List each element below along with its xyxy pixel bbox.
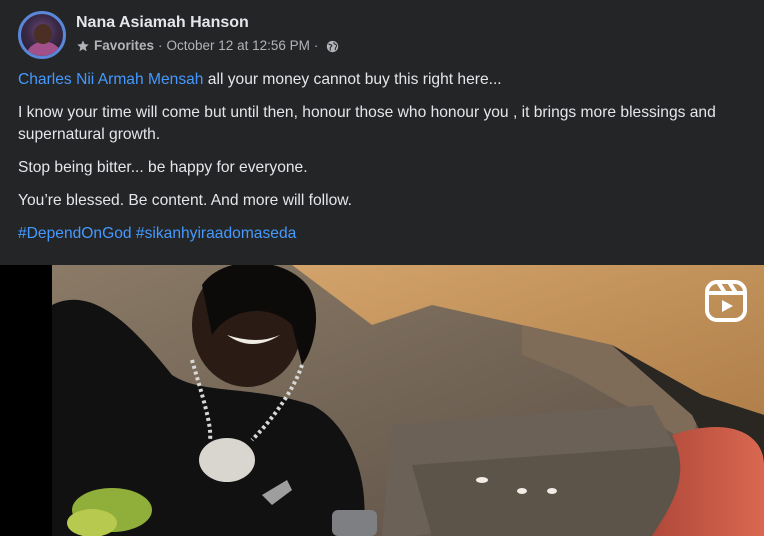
post-media <box>0 265 764 536</box>
reel-video[interactable] <box>52 265 764 536</box>
avatar-face <box>34 24 52 44</box>
post-body: Charles Nii Armah Mensah all your money … <box>18 69 748 256</box>
post-line-2: I know your time will come but until the… <box>18 104 716 143</box>
globe-icon[interactable] <box>326 40 339 53</box>
post-header: Nana Asiamah Hanson Favorites · October … <box>18 11 339 59</box>
post-line-1: Charles Nii Armah Mensah all your money … <box>18 69 748 91</box>
star-icon <box>77 40 89 52</box>
author-name[interactable]: Nana Asiamah Hanson <box>76 13 339 33</box>
post-line-4: You’re blessed. Be content. And more wil… <box>18 192 353 209</box>
post-line-1-text: all your money cannot buy this right her… <box>203 71 502 88</box>
facebook-post: Nana Asiamah Hanson Favorites · October … <box>0 0 764 536</box>
post-hashtags: #DependOnGod #sikanhyiraadomaseda <box>18 223 748 245</box>
post-meta: Nana Asiamah Hanson Favorites · October … <box>76 13 339 55</box>
post-timestamp[interactable]: October 12 at 12:56 PM <box>167 37 310 55</box>
reels-icon[interactable] <box>704 279 748 323</box>
author-avatar[interactable] <box>18 11 66 59</box>
avatar-shirt <box>26 42 62 56</box>
favorites-label[interactable]: Favorites <box>94 37 154 55</box>
hashtag-link[interactable]: #DependOnGod <box>18 225 132 242</box>
video-frame <box>52 265 764 536</box>
separator-dot: · <box>158 38 163 53</box>
post-subline: Favorites · October 12 at 12:56 PM · <box>76 37 339 55</box>
post-line-3: Stop being bitter... be happy for everyo… <box>18 159 308 176</box>
hashtag-link[interactable]: #sikanhyiraadomaseda <box>136 225 296 242</box>
mention-link[interactable]: Charles Nii Armah Mensah <box>18 71 203 88</box>
separator-dot: · <box>313 38 319 53</box>
